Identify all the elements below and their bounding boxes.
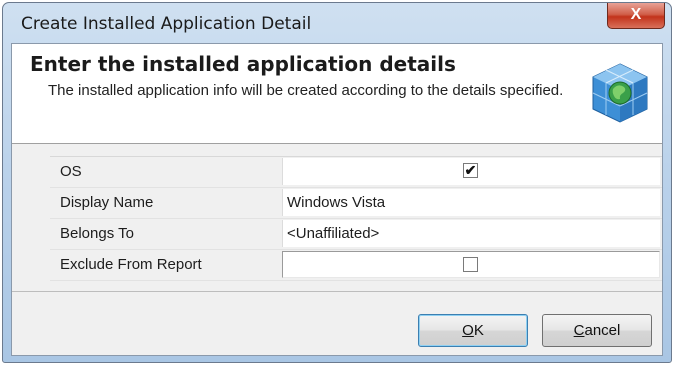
globe-cube-icon: [592, 63, 648, 123]
cancel-button-mnemonic: C: [573, 322, 585, 339]
field-label-display-name: Display Name: [60, 194, 154, 211]
title-bar[interactable]: Create Installed Application Detail X: [3, 3, 671, 43]
dialog-window: Create Installed Application Detail X En…: [2, 2, 672, 363]
field-row-belongs-to: Belongs To <Unaffiliated>: [50, 219, 662, 250]
ok-button-mnemonic: O: [462, 322, 474, 339]
cancel-button-label: ancel: [584, 322, 621, 339]
dialog-body: Enter the installed application details …: [11, 43, 663, 356]
window-title: Create Installed Application Detail: [21, 14, 312, 34]
field-label-belongs-to: Belongs To: [60, 225, 134, 242]
wizard-header: Enter the installed application details …: [12, 44, 662, 144]
belongs-to-field[interactable]: <Unaffiliated>: [282, 220, 660, 247]
field-value-os[interactable]: ✔: [282, 158, 660, 185]
os-checkbox[interactable]: ✔: [463, 163, 478, 178]
property-grid: OS ✔ Display Name Windows Vista Belongs …: [50, 156, 662, 281]
field-label-os: OS: [60, 163, 82, 180]
ok-button[interactable]: OK: [418, 314, 528, 347]
ok-button-label: K: [473, 322, 484, 339]
display-name-field[interactable]: Windows Vista: [282, 189, 660, 216]
header-title: Enter the installed application details: [30, 52, 456, 76]
footer-divider: [12, 291, 662, 292]
close-button[interactable]: X: [607, 3, 665, 29]
cancel-button[interactable]: Cancel: [542, 314, 652, 347]
close-icon: X: [630, 6, 642, 23]
field-row-display-name: Display Name Windows Vista: [50, 188, 662, 219]
field-row-exclude-from-report: Exclude From Report: [50, 250, 662, 281]
field-row-os: OS ✔: [50, 157, 662, 188]
field-label-exclude-from-report: Exclude From Report: [60, 256, 202, 273]
exclude-from-report-checkbox[interactable]: [463, 257, 478, 272]
header-description: The installed application info will be c…: [48, 82, 564, 99]
field-value-exclude-from-report[interactable]: [282, 251, 660, 278]
